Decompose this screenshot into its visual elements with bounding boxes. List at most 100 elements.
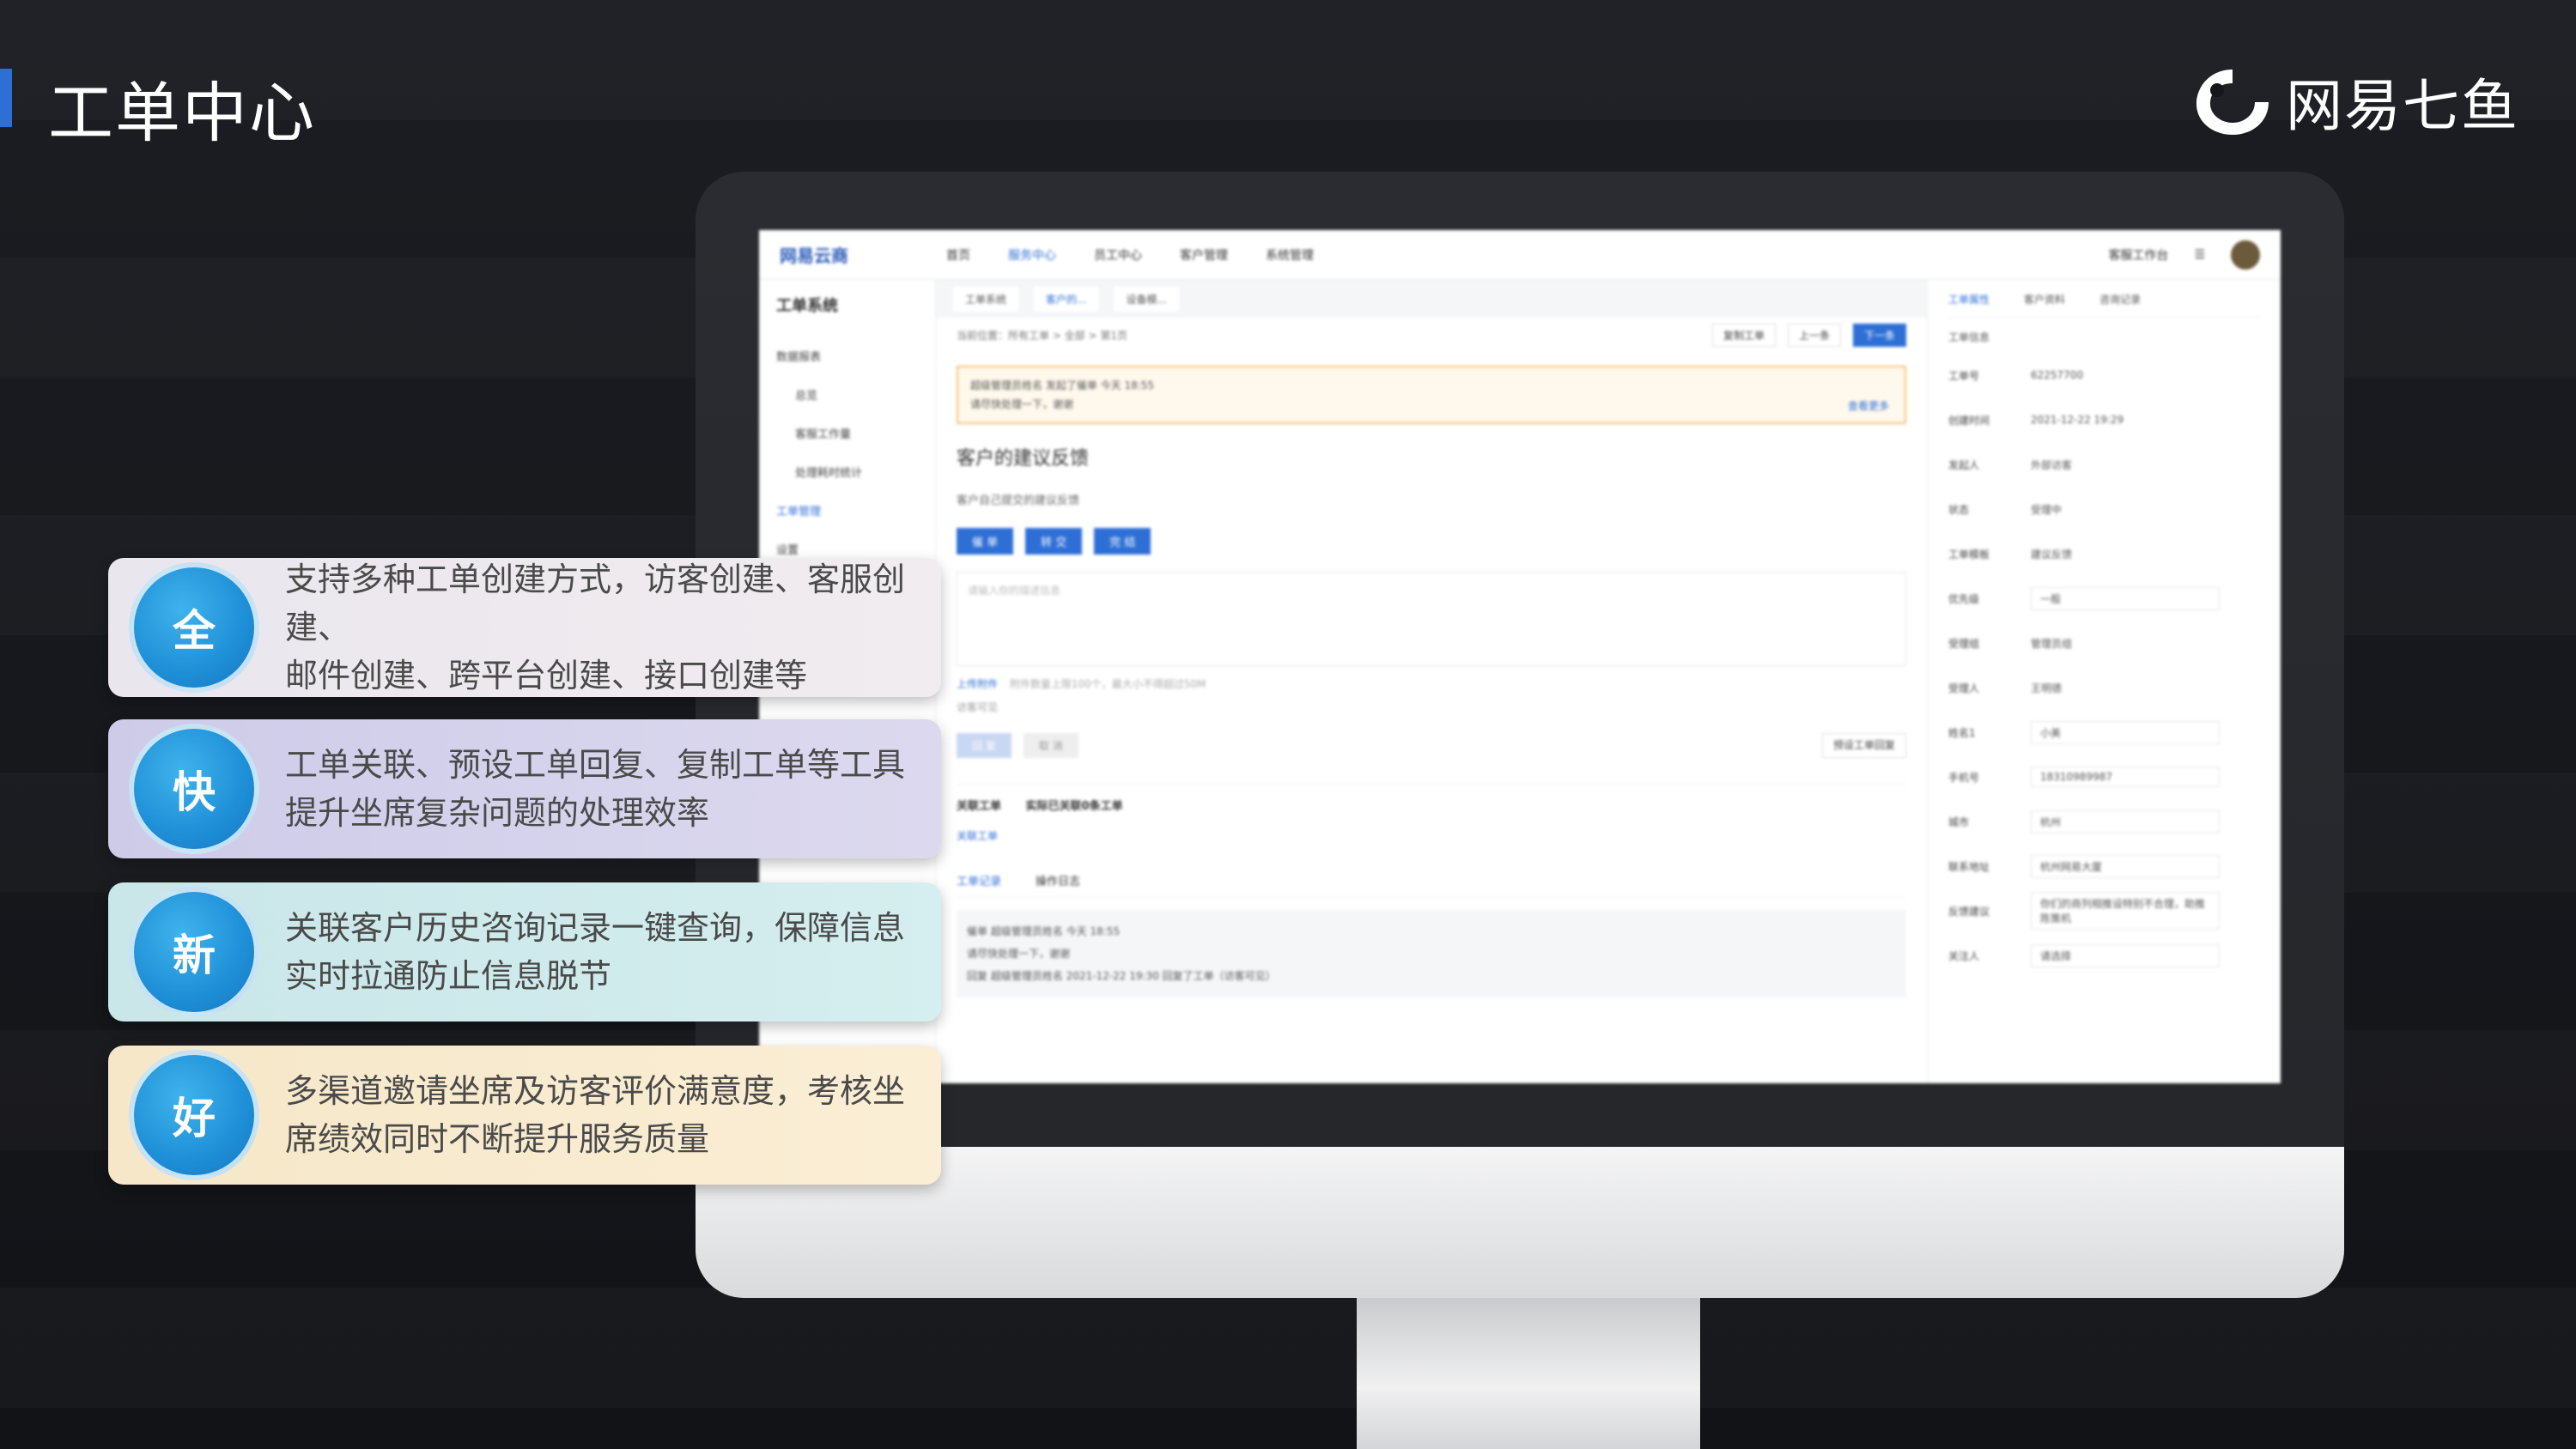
transfer-button[interactable]: 转 交 <box>1025 528 1083 555</box>
field-value[interactable]: 杭州 <box>2031 809 2220 834</box>
tab-ticket-attributes[interactable]: 工单属性 <box>1948 292 1990 306</box>
feature-text: 工单关联、预设工单回复、复制工单等工具 提升坐席复杂问题的处理效率 <box>285 741 941 837</box>
avatar[interactable] <box>2231 239 2260 270</box>
reply-button[interactable]: 回 复 <box>957 733 1012 758</box>
upload-hint: 附件数量上限100个，最大小不得超过50M <box>1009 678 1206 690</box>
record-text: 请尽快处理一下，谢谢 <box>967 948 1071 960</box>
nav-service-center[interactable]: 服务中心 <box>1008 246 1056 264</box>
field-value: 62257700 <box>2031 369 2084 381</box>
field-row: 联系地址 杭州网易大厦 <box>1948 844 2260 888</box>
field-list: 工单号 62257700 创建时间 2021-12-22 19:29 发起人 外部访客 状态… <box>1948 353 2260 978</box>
field-value[interactable]: 请选择 <box>2031 943 2220 967</box>
copy-ticket-button[interactable]: 复制工单 <box>1711 323 1776 347</box>
record-tag: 回复 <box>967 970 988 982</box>
workbench-link[interactable]: 客服工作台 <box>2108 246 2168 264</box>
related-title: 关联工单 <box>957 800 1002 813</box>
tab-ticket-records[interactable]: 工单记录 <box>957 872 1001 888</box>
field-value: 外部访客 <box>2031 458 2073 471</box>
feature-line: 邮件创建、跨平台创建、接口创建等 <box>285 657 808 694</box>
feature-card-fast: 快 工单关联、预设工单回复、复制工单等工具 提升坐席复杂问题的处理效率 <box>108 719 941 858</box>
urge-button[interactable]: 催 单 <box>957 528 1014 555</box>
brand-name: 网易七鱼 <box>2286 73 2519 139</box>
title-accent-bar <box>0 69 12 127</box>
ticket-description: 客户自己提交的建议反馈 <box>957 494 1080 507</box>
nav-staff-center[interactable]: 员工中心 <box>1094 246 1142 264</box>
feature-line: 席绩效同时不断提升服务质量 <box>285 1120 710 1158</box>
ticket-title: 客户的建议反馈 <box>957 448 1090 470</box>
tab-customer-info[interactable]: 客户资料 <box>2024 292 2065 306</box>
record-tabs: 工单记录 操作日志 <box>957 872 1906 898</box>
nav-system-manage[interactable]: 系统管理 <box>1266 246 1314 264</box>
tab-operation-log[interactable]: 操作日志 <box>1036 872 1080 888</box>
field-row: 状态 受理中 <box>1948 487 2260 531</box>
feature-card-good: 好 多渠道邀请坐席及访客评价满意度，考核坐 席绩效同时不断提升服务质量 <box>108 1046 941 1185</box>
nav-customer-manage[interactable]: 客户管理 <box>1180 246 1228 264</box>
feature-line: 关联客户历史咨询记录一键查询，保障信息 <box>285 909 906 947</box>
notice-line-2: 请尽快处理一下，谢谢 <box>970 398 1074 410</box>
field-label: 联系地址 <box>1948 860 1990 873</box>
cancel-button[interactable]: 取 消 <box>1023 733 1078 758</box>
field-value[interactable]: 一般 <box>2031 586 2220 610</box>
link-ticket-button[interactable]: 关联工单 <box>957 828 1906 843</box>
nav-home[interactable]: 首页 <box>946 246 970 264</box>
notification-icon[interactable]: ☰ <box>2194 248 2205 262</box>
field-label: 手机号 <box>1948 771 1980 784</box>
field-value[interactable]: 杭州网易大厦 <box>2031 854 2220 878</box>
field-label: 创建时间 <box>1948 414 1990 427</box>
feature-line: 多渠道邀请坐席及访客评价满意度，考核坐 <box>285 1072 906 1110</box>
feature-line: 实时拉通防止信息脱节 <box>285 957 612 995</box>
upload-attachment-link[interactable]: 上传附件 <box>957 678 998 690</box>
field-value[interactable]: 王明德 <box>2031 681 2062 695</box>
field-row: 工单模板 建议反馈 <box>1948 531 2260 576</box>
sidebar-item-workload[interactable]: 客服工作量 <box>776 414 918 452</box>
tab-device[interactable]: 设备模... <box>1114 286 1179 312</box>
tab-customer[interactable]: 客户的... <box>1034 286 1099 312</box>
ticket-nav-actions: 复制工单 上一条 下一条 <box>1711 323 1906 347</box>
record-author: 超级管理员姓名 <box>990 925 1063 937</box>
tab-consult-records[interactable]: 咨询记录 <box>2099 292 2141 306</box>
record-tag: 催单 <box>967 925 988 937</box>
field-row: 工单号 62257700 <box>1948 353 2260 397</box>
reply-input[interactable]: 请输入你的描述信息 <box>957 572 1906 666</box>
field-value[interactable]: 小美 <box>2031 720 2220 744</box>
feature-line: 工单关联、预设工单回复、复制工单等工具 <box>285 746 906 784</box>
view-more-link[interactable]: 查看更多 <box>1848 397 1889 415</box>
fish-logo-icon <box>2196 70 2269 135</box>
field-value: 2021-12-22 19:29 <box>2031 414 2124 426</box>
visitor-visible-checkbox[interactable]: 访客可见 <box>957 700 1906 714</box>
sidebar-item-ticket-manage[interactable]: 工单管理 <box>776 491 918 530</box>
record-time: 今天 18:55 <box>1066 925 1121 937</box>
reply-buttons: 回 复 取 消 预设工单回复 <box>957 733 1906 758</box>
sidebar-title: 工单系统 <box>776 297 838 315</box>
field-row: 城市 杭州 <box>1948 799 2260 844</box>
field-row: 姓名1 小美 <box>1948 710 2260 755</box>
field-row: 受理人 王明德 <box>1948 665 2260 710</box>
field-value[interactable]: 你们的商列相推设特别不合理，助推陈策机 <box>2031 892 2220 930</box>
feature-badge: 好 <box>129 1050 259 1180</box>
sidebar-item-reports[interactable]: 数据报表 <box>776 336 918 375</box>
next-ticket-button[interactable]: 下一条 <box>1852 323 1906 347</box>
field-value[interactable]: 18310989987 <box>2031 767 2220 787</box>
finish-button[interactable]: 完 结 <box>1094 528 1151 555</box>
feature-text: 关联客户历史咨询记录一键查询，保障信息 实时拉通防止信息脱节 <box>285 904 941 1000</box>
app-main: 工单系统 客户的... 设备模... 当前位置：所有工单 > 全部 > 第1页 … <box>936 280 1927 1083</box>
breadcrumb-text: 当前位置：所有工单 > 全部 > 第1页 <box>957 329 1128 342</box>
page-title: 工单中心 <box>48 75 316 151</box>
field-value[interactable]: 管理员组 <box>2031 636 2072 651</box>
ticket-actions: 催 单 转 交 完 结 <box>957 528 1906 555</box>
field-row: 手机号 18310989987 <box>1948 755 2260 799</box>
preset-reply-select[interactable]: 预设工单回复 <box>1821 733 1906 758</box>
sidebar-item-overview[interactable]: 总览 <box>776 375 918 414</box>
feature-badge: 全 <box>129 562 259 693</box>
related-tickets: 关联工单 实际已关联0条工单 关联工单 <box>957 784 1906 843</box>
record-item: 催单 超级管理员姓名 今天 18:55 请尽快处理一下，谢谢 回复 超级管理员姓… <box>957 910 1906 997</box>
field-row: 创建时间 2021-12-22 19:29 <box>1948 397 2260 442</box>
field-label: 反馈建议 <box>1948 905 1990 918</box>
sidebar-item-duration[interactable]: 处理耗时统计 <box>776 452 918 491</box>
feature-card-comprehensive: 全 支持多种工单创建方式，访客创建、客服创建、 邮件创建、跨平台创建、接口创建等 <box>108 558 941 697</box>
field-label: 城市 <box>1948 815 1970 828</box>
field-label: 工单模板 <box>1948 548 1990 561</box>
field-label: 受理组 <box>1948 637 1980 650</box>
prev-ticket-button[interactable]: 上一条 <box>1787 323 1841 347</box>
tab-ticket-system[interactable]: 工单系统 <box>953 286 1019 312</box>
